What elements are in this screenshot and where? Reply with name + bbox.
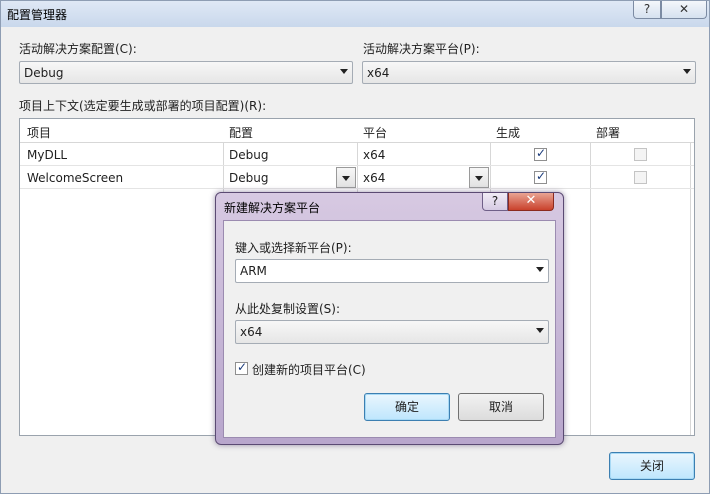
project-config[interactable]: Debug [229, 148, 268, 162]
cancel-button[interactable]: 取消 [458, 393, 544, 421]
dialog-body: 键入或选择新平台(P): ARM 从此处复制设置(S): x64 创建新的项目平… [223, 220, 556, 438]
header-configuration[interactable]: 配置 [229, 124, 253, 141]
copy-settings-select[interactable]: x64 [235, 320, 549, 344]
chevron-down-icon [683, 69, 691, 74]
new-platform-label: 键入或选择新平台(P): [235, 241, 352, 255]
project-name: MyDLL [27, 148, 68, 162]
active-platform-select[interactable]: x64 [362, 61, 696, 84]
chevron-down-icon [536, 267, 544, 272]
header-deploy[interactable]: 部署 [596, 124, 620, 141]
build-checkbox[interactable] [534, 146, 547, 161]
dialog-title: 新建解决方案平台 [224, 201, 321, 215]
ok-button[interactable]: 确定 [364, 393, 450, 421]
create-project-platforms-label: 创建新的项目平台(C) [252, 363, 366, 377]
project-platform[interactable]: x64 [363, 148, 385, 162]
active-config-value: Debug [24, 66, 64, 80]
header-build[interactable]: 生成 [496, 124, 520, 141]
project-name: WelcomeScreen [27, 171, 124, 185]
active-config-select[interactable]: Debug [19, 61, 353, 84]
window-title: 配置管理器 [7, 8, 68, 22]
project-platform[interactable]: x64 [363, 171, 385, 185]
header-project[interactable]: 项目 [27, 124, 51, 141]
new-platform-select[interactable]: ARM [235, 259, 549, 283]
close-button[interactable]: 关闭 [609, 452, 695, 480]
project-config[interactable]: Debug [229, 171, 268, 185]
copy-settings-value: x64 [240, 325, 263, 339]
header-platform[interactable]: 平台 [363, 124, 387, 141]
new-solution-platform-dialog: 新建解决方案平台 ? ✕ 键入或选择新平台(P): ARM 从此处复制设置(S)… [215, 192, 564, 445]
active-platform-value: x64 [367, 66, 390, 80]
help-button[interactable]: ? [633, 1, 661, 19]
create-project-platforms-checkbox[interactable] [235, 360, 248, 375]
platform-dropdown-button[interactable] [469, 167, 489, 188]
deploy-checkbox [634, 171, 647, 184]
project-context-label: 项目上下文(选定要生成或部署的项目配置)(R): [19, 99, 267, 113]
copy-settings-label: 从此处复制设置(S): [235, 302, 341, 316]
chevron-down-icon [340, 69, 348, 74]
table-row[interactable]: WelcomeScreen Debug x64 [20, 166, 694, 189]
active-config-label: 活动解决方案配置(C): [19, 42, 137, 56]
dialog-help-button[interactable]: ? [482, 193, 508, 211]
close-window-button[interactable]: ✕ [661, 1, 707, 19]
dialog-close-button[interactable]: ✕ [508, 193, 554, 211]
chevron-down-icon [475, 176, 483, 181]
chevron-down-icon [536, 328, 544, 333]
chevron-down-icon [342, 176, 350, 181]
build-checkbox[interactable] [534, 169, 547, 184]
title-bar: 配置管理器 ? ✕ [1, 1, 709, 27]
config-dropdown-button[interactable] [336, 167, 356, 188]
deploy-checkbox [634, 148, 647, 161]
grid-header: 项目 配置 平台 生成 部署 [20, 119, 694, 143]
table-row[interactable]: MyDLL Debug x64 [20, 143, 694, 166]
new-platform-value: ARM [240, 264, 267, 278]
active-platform-label: 活动解决方案平台(P): [363, 42, 480, 56]
